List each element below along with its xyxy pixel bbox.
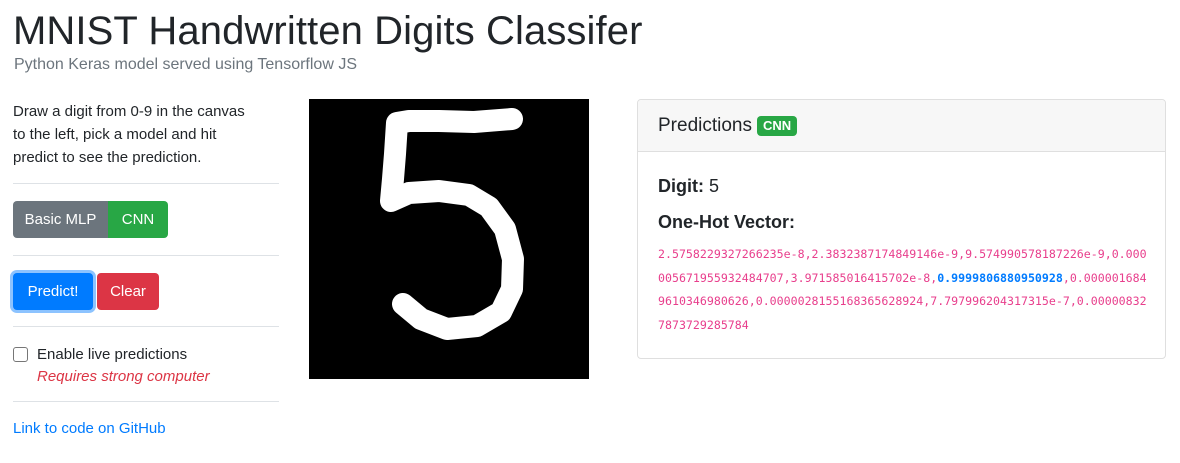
page-title: MNIST Handwritten Digits Classifer — [13, 9, 643, 53]
divider — [13, 255, 279, 256]
predict-button[interactable]: Predict! — [13, 273, 93, 310]
action-buttons: Predict! Clear — [13, 273, 279, 310]
clear-button[interactable]: Clear — [97, 273, 159, 310]
live-predictions-label[interactable]: Enable live predictions — [37, 346, 187, 363]
digit-label: Digit: — [658, 176, 704, 196]
digit-result: Digit: 5 — [658, 175, 1145, 197]
divider — [13, 401, 279, 402]
vector-title: One-Hot Vector: — [658, 212, 796, 232]
cnn-button[interactable]: CNN — [108, 201, 168, 238]
one-hot-vector: 2.5758229327266235e-8,2.3832387174849146… — [658, 243, 1148, 337]
predictions-header: Predictions CNN — [638, 100, 1165, 152]
live-predictions-note: Requires strong computer — [37, 368, 210, 385]
vector-highlight: 0.9999806880950928 — [937, 270, 1063, 285]
github-link[interactable]: Link to code on GitHub — [13, 420, 166, 437]
basic-mlp-button[interactable]: Basic MLP — [13, 201, 108, 238]
live-predictions-row[interactable]: Enable live predictions — [13, 346, 279, 363]
live-predictions-checkbox[interactable] — [13, 347, 28, 362]
digit-value: 5 — [709, 176, 720, 196]
predictions-card: Predictions CNN Digit: 5 One-Hot Vector:… — [637, 99, 1166, 359]
predictions-title: Predictions — [658, 114, 752, 136]
drawing-canvas[interactable] — [309, 99, 589, 379]
instructions-text: Draw a digit from 0-9 in the canvas to t… — [13, 103, 245, 166]
predictions-body: Digit: 5 One-Hot Vector: 2.5758229327266… — [638, 152, 1165, 360]
page-subtitle: Python Keras model served using Tensorfl… — [14, 56, 357, 73]
control-sidebar: Draw a digit from 0-9 in the canvas to t… — [13, 100, 279, 438]
model-badge: CNN — [757, 115, 798, 136]
model-selector: Basic MLP CNN — [13, 201, 279, 238]
divider — [13, 326, 279, 327]
divider — [13, 183, 279, 184]
digit-five-drawing — [380, 108, 524, 340]
